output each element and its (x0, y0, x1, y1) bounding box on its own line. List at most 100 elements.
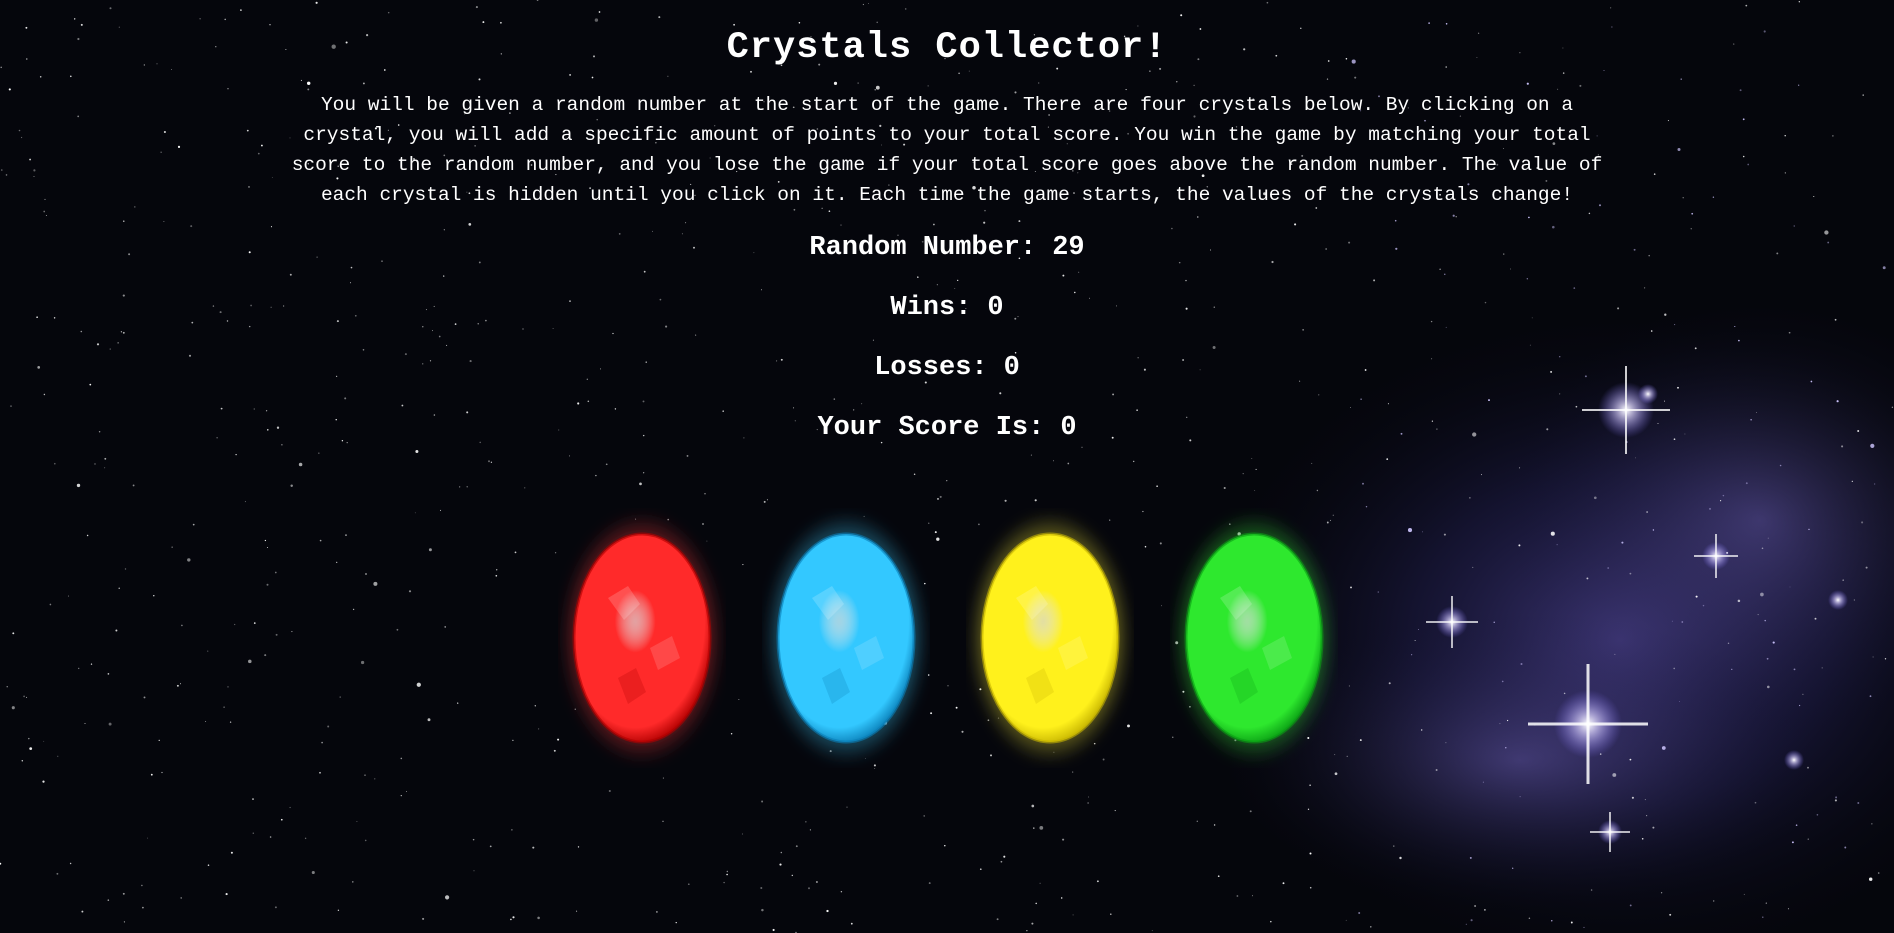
star-dot (761, 800, 764, 803)
star-dot (569, 455, 571, 457)
star-dot (230, 851, 233, 854)
star-dot (248, 659, 252, 664)
star-dot (439, 509, 442, 511)
star-dot (538, 728, 540, 730)
star-dot (1722, 494, 1725, 497)
star-dot (227, 686, 229, 688)
star-dot (1772, 641, 1775, 644)
star-dot (1196, 820, 1198, 822)
star-dot (150, 773, 153, 776)
blue-crystal-button[interactable] (762, 508, 930, 768)
star-dot (428, 548, 432, 552)
star-dot (1835, 796, 1838, 799)
star-dot (1309, 784, 1311, 786)
star-dot (457, 702, 459, 704)
star-dot (1520, 662, 1523, 666)
star-dot (141, 884, 143, 887)
star-dot (761, 908, 764, 912)
star-dot (466, 486, 468, 488)
star-dot (1874, 483, 1876, 485)
star-dot (1307, 808, 1310, 810)
star-dot (1151, 930, 1153, 932)
star-dot (772, 928, 775, 932)
score-label: Your Score Is: (817, 413, 1045, 443)
star-dot (311, 870, 315, 875)
star-dot (979, 868, 982, 871)
star-dot (1518, 544, 1521, 547)
star-dot (1465, 923, 1467, 925)
star-dot (1081, 446, 1083, 448)
star-dot (1787, 908, 1790, 910)
star-dot (763, 500, 766, 503)
star-dot (1156, 485, 1158, 487)
star-dot (1217, 875, 1220, 878)
star-dot (656, 911, 658, 913)
star-dot (1377, 591, 1380, 593)
star-dot (514, 551, 517, 554)
star-dot (490, 461, 493, 463)
star-dot (1614, 653, 1616, 655)
star-dot (1673, 667, 1676, 670)
yellow-crystal-button[interactable] (966, 508, 1134, 768)
star-dot (1251, 458, 1253, 459)
star-dot (108, 722, 112, 726)
star-dot (1757, 614, 1759, 616)
star-dot (1223, 486, 1226, 490)
star-dot (264, 539, 267, 542)
star-dot (1472, 566, 1474, 568)
star-dot (1249, 810, 1252, 813)
star-dot (512, 739, 514, 742)
red-crystal-button[interactable] (558, 508, 726, 768)
star-dot (1556, 544, 1558, 546)
star-dot (534, 705, 536, 707)
star-dot (339, 696, 341, 698)
star-dot (1629, 758, 1632, 761)
yellow-crystal-icon (968, 512, 1132, 764)
star-dot (153, 595, 155, 597)
star-dot (1407, 528, 1413, 533)
star-dot (115, 629, 118, 632)
star-dot (1841, 445, 1844, 448)
star-dot (662, 820, 664, 822)
star-dot (511, 829, 513, 831)
star-dot (78, 667, 80, 670)
star-dot (1132, 460, 1135, 463)
star-dot (345, 534, 347, 536)
star-dot (81, 910, 84, 913)
star-dot (158, 739, 160, 742)
star-dot (840, 891, 843, 893)
star-dot (42, 780, 45, 783)
green-crystal-button[interactable] (1170, 508, 1338, 768)
star-dot (304, 837, 307, 840)
star-dot (143, 696, 146, 699)
star-dot (1590, 889, 1593, 891)
star-dot (1641, 838, 1644, 840)
star-dot (675, 921, 677, 924)
star-dot (1708, 507, 1712, 510)
star-dot (252, 798, 254, 801)
star-dot (1821, 667, 1823, 669)
star-dot (846, 806, 848, 808)
star-dot (944, 844, 946, 847)
star-dot (29, 747, 33, 750)
star-dot (318, 452, 320, 454)
star-dot (495, 574, 498, 577)
star-dot (252, 832, 255, 835)
star-dot (67, 595, 70, 597)
star-dot (147, 837, 149, 839)
star-dot (229, 721, 232, 723)
star-dot (791, 874, 794, 877)
star-dot (1764, 619, 1766, 622)
star-dot (1791, 841, 1794, 844)
star-dot (815, 880, 818, 884)
star-dot (1814, 617, 1817, 620)
star-dot (1031, 922, 1034, 925)
star-dot (1807, 766, 1809, 769)
star-dot (1652, 529, 1655, 531)
star-dot (1795, 824, 1798, 827)
star-dot (1779, 464, 1782, 467)
star-dot (726, 870, 728, 873)
star-dot (364, 839, 367, 842)
star-dot (444, 895, 450, 900)
star-dot (21, 760, 24, 762)
